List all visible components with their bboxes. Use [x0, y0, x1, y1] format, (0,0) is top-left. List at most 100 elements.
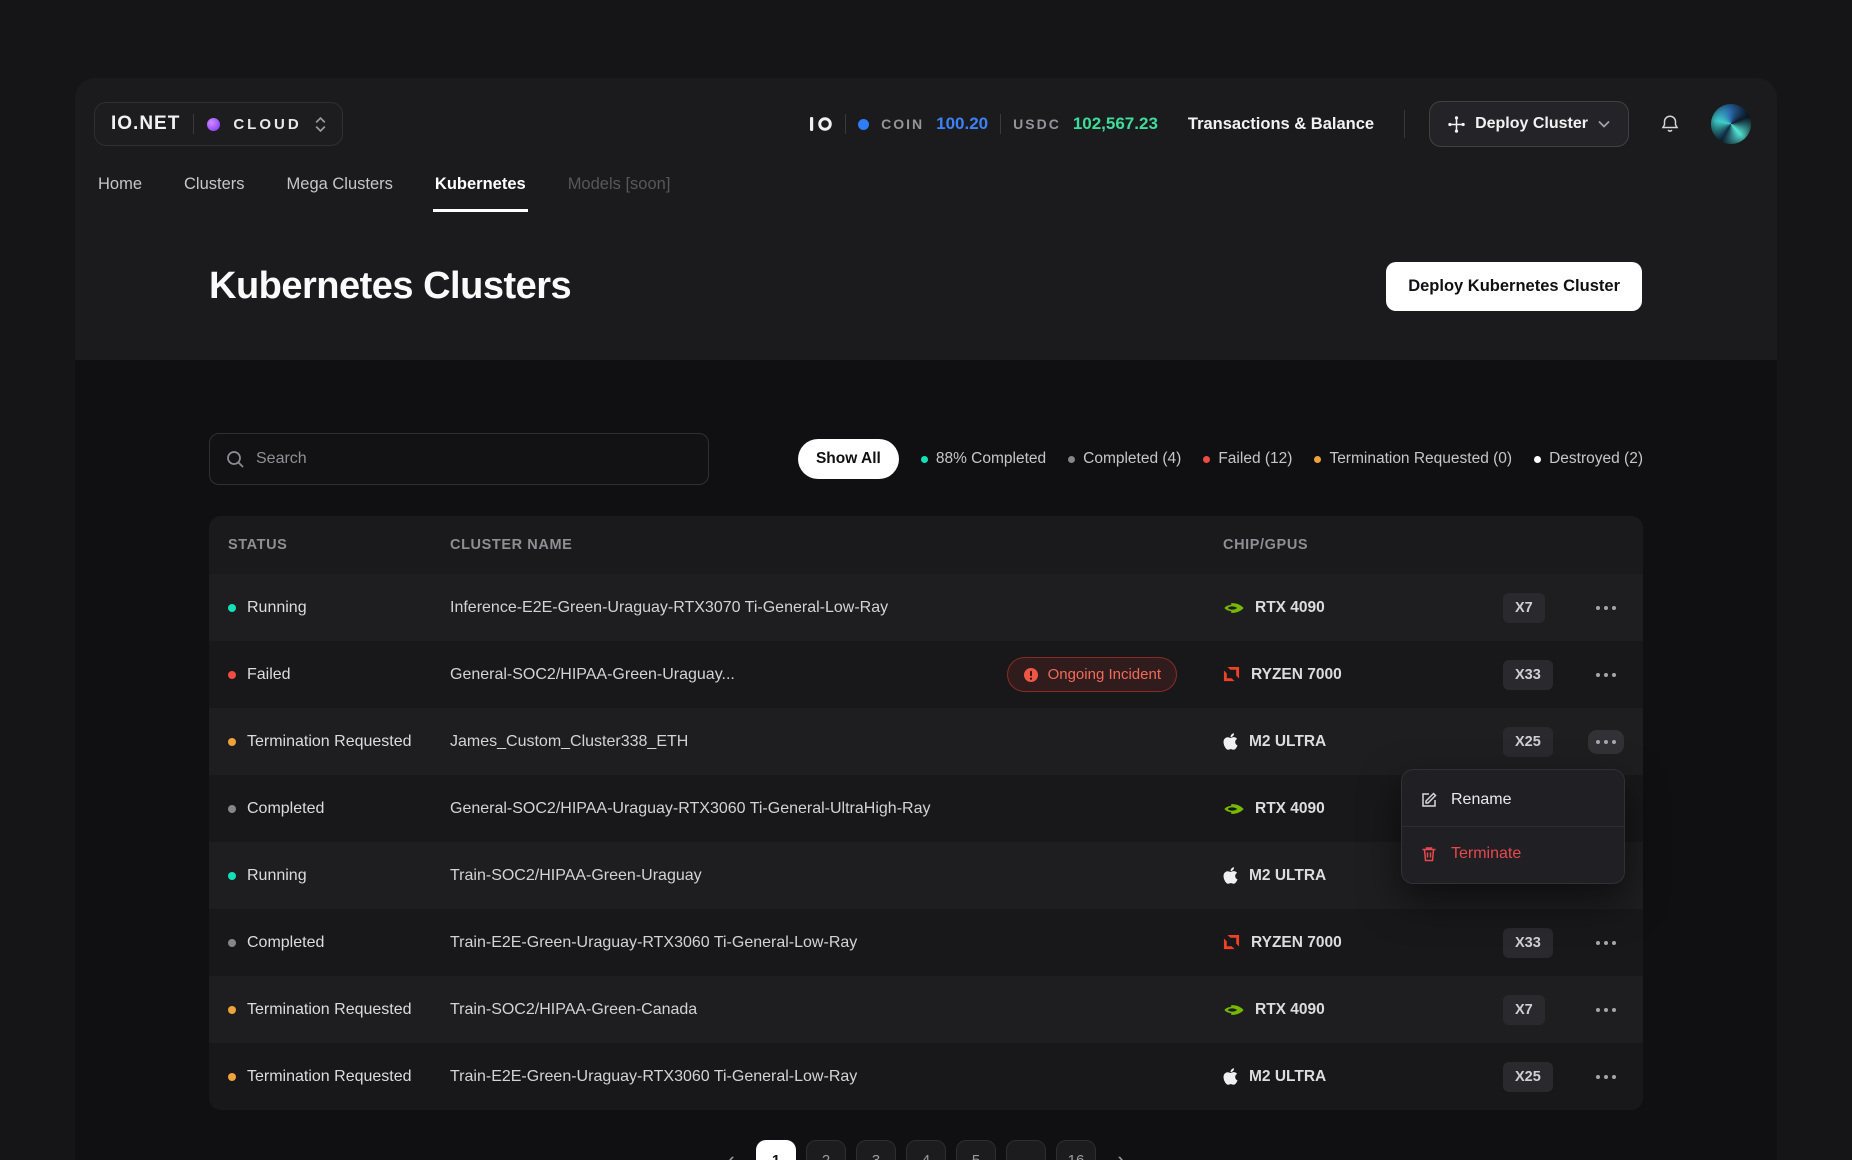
filter-show-all[interactable]: Show All: [797, 439, 899, 479]
table-row[interactable]: Termination Requested Train-E2E-Green-Ur…: [209, 1043, 1643, 1110]
status-label: Completed: [247, 933, 325, 951]
cluster-name-cell: Inference-E2E-Green-Uraguay-RTX3070 Ti-G…: [450, 599, 1223, 617]
ellipsis-icon: [1595, 605, 1616, 610]
status-label: Termination Requested: [247, 1067, 412, 1085]
table-row[interactable]: Failed General-SOC2/HIPAA-Green-Uraguay.…: [209, 641, 1643, 708]
notifications-button[interactable]: [1653, 107, 1687, 141]
teal-dot-icon: [920, 455, 928, 463]
status-dot-running: [228, 603, 236, 612]
coin-label: COIN: [881, 116, 925, 132]
cluster-name-cell: General-SOC2/HIPAA-Green-Uraguay... Ongo…: [450, 657, 1223, 692]
trash-icon: [1420, 845, 1438, 863]
search-input[interactable]: [256, 450, 692, 468]
cluster-name-cell: Train-SOC2/HIPAA-Green-Canada: [450, 1001, 1223, 1019]
nvidia-icon: [1223, 1003, 1244, 1017]
status-cell: Completed: [228, 934, 450, 952]
status-cell: Running: [228, 867, 450, 885]
filter-chip-termination-requested[interactable]: Termination Requested (0): [1314, 450, 1512, 468]
pagination-page-4[interactable]: 4: [906, 1140, 946, 1160]
tab-kubernetes[interactable]: Kubernetes: [432, 160, 528, 212]
chip-cell: M2 ULTRA: [1223, 1067, 1503, 1086]
menu-item-terminate[interactable]: Terminate: [1402, 827, 1624, 880]
cluster-name: James_Custom_Cluster338_ETH: [450, 732, 689, 750]
filter-row: Show All 88% Completed Completed (4) Fai…: [209, 433, 1643, 485]
chip-cell: RTX 4090: [1223, 599, 1503, 617]
row-menu-button-open[interactable]: [1587, 729, 1624, 754]
pagination-page-2[interactable]: 2: [806, 1140, 846, 1160]
gpu-count-badge: X7: [1503, 592, 1545, 623]
pagination-ellipsis[interactable]: ...: [1006, 1140, 1046, 1160]
white-dot-icon: [1534, 455, 1542, 463]
ellipsis-icon: [1595, 940, 1616, 945]
filter-label: 88% Completed: [935, 450, 1047, 467]
gpu-count-badge: X33: [1503, 927, 1553, 958]
chip-label: RTX 4090: [1255, 598, 1325, 616]
top-bar: IO.NET CLOUD COIN 100.20 USDC 102,567.23…: [75, 88, 1777, 160]
row-menu-button[interactable]: [1588, 596, 1624, 620]
deploy-kubernetes-cluster-button[interactable]: Deploy Kubernetes Cluster: [1386, 261, 1642, 311]
gpu-count-cell: X25: [1503, 1061, 1588, 1092]
pagination-prev-button[interactable]: ‹: [716, 1140, 746, 1160]
row-menu-button[interactable]: [1588, 998, 1624, 1022]
table-header: STATUS CLUSTER NAME CHIP/GPUS: [209, 516, 1643, 574]
filter-chip-completed[interactable]: Completed (4): [1068, 450, 1181, 468]
cluster-name: Train-E2E-Green-Uraguay-RTX3060 Ti-Gener…: [450, 933, 858, 951]
table-row[interactable]: Running Inference-E2E-Green-Uraguay-RTX3…: [209, 574, 1643, 641]
pagination-page-1[interactable]: 1: [756, 1140, 796, 1160]
filter-chip-completed-pct[interactable]: 88% Completed: [920, 450, 1047, 468]
row-menu-button[interactable]: [1588, 663, 1624, 687]
tab-home[interactable]: Home: [96, 160, 144, 212]
transactions-balance-button[interactable]: Transactions & Balance: [1182, 107, 1380, 142]
pagination-page-16[interactable]: 16: [1056, 1140, 1096, 1160]
cluster-name-cell: James_Custom_Cluster338_ETH: [450, 733, 1223, 751]
red-dot-icon: [1203, 455, 1211, 463]
product-name: CLOUD: [233, 115, 302, 133]
filter-chip-destroyed[interactable]: Destroyed (2): [1534, 450, 1643, 468]
bell-icon: [1661, 115, 1679, 132]
cloud-product-icon: [207, 117, 221, 131]
cluster-name-cell: Train-SOC2/HIPAA-Green-Uraguay: [450, 867, 1223, 885]
chip-cell: RYZEN 7000: [1223, 666, 1503, 684]
incident-label: Ongoing Incident: [1047, 666, 1161, 683]
balance-divider: [1000, 114, 1002, 134]
gpu-count-cell: X7: [1503, 994, 1588, 1025]
ellipsis-icon: [1595, 1074, 1616, 1079]
table-row[interactable]: Completed Train-E2E-Green-Uraguay-RTX306…: [209, 909, 1643, 976]
column-header-cluster-name: CLUSTER NAME: [450, 537, 573, 553]
status-label: Running: [247, 598, 307, 616]
pagination-page-3[interactable]: 3: [856, 1140, 896, 1160]
apple-icon: [1223, 1067, 1238, 1086]
filter-chip-failed[interactable]: Failed (12): [1203, 450, 1292, 468]
menu-item-rename[interactable]: Rename: [1402, 773, 1624, 826]
table-row[interactable]: Termination Requested James_Custom_Clust…: [209, 708, 1643, 775]
status-label: Failed: [247, 665, 291, 683]
tab-mega-clusters[interactable]: Mega Clusters: [285, 160, 395, 212]
avatar[interactable]: [1711, 104, 1751, 144]
tab-models: Models [soon]: [566, 160, 673, 212]
cluster-name-cell: Train-E2E-Green-Uraguay-RTX3060 Ti-Gener…: [450, 934, 1223, 952]
status-cell: Failed: [228, 666, 450, 684]
status-label: Completed: [247, 799, 325, 817]
pagination-page-5[interactable]: 5: [956, 1140, 996, 1160]
tab-clusters[interactable]: Clusters: [182, 160, 247, 212]
apple-icon: [1223, 732, 1238, 751]
brand-logo[interactable]: IO.NET CLOUD: [94, 102, 343, 146]
status-dot-termination: [228, 737, 236, 746]
pagination-next-button[interactable]: ›: [1106, 1140, 1136, 1160]
ellipsis-icon: [1595, 739, 1616, 744]
status-dot-completed: [228, 804, 236, 813]
usdc-label: USDC: [1013, 116, 1061, 132]
gpu-count-badge: X25: [1503, 726, 1553, 757]
cluster-name: Train-E2E-Green-Uraguay-RTX3060 Ti-Gener…: [450, 1067, 858, 1085]
nvidia-icon: [1223, 601, 1244, 615]
terminate-label: Terminate: [1451, 844, 1522, 862]
nvidia-icon: [1223, 802, 1244, 816]
balance-divider: [845, 114, 847, 134]
row-menu-button[interactable]: [1588, 931, 1624, 955]
table-row[interactable]: Termination Requested Train-SOC2/HIPAA-G…: [209, 976, 1643, 1043]
row-menu-button[interactable]: [1588, 1065, 1624, 1089]
chip-label: RTX 4090: [1255, 799, 1325, 817]
main-content: Show All 88% Completed Completed (4) Fai…: [75, 360, 1777, 1160]
deploy-cluster-button[interactable]: Deploy Cluster: [1429, 101, 1629, 147]
chevron-down-icon: [1598, 120, 1610, 128]
